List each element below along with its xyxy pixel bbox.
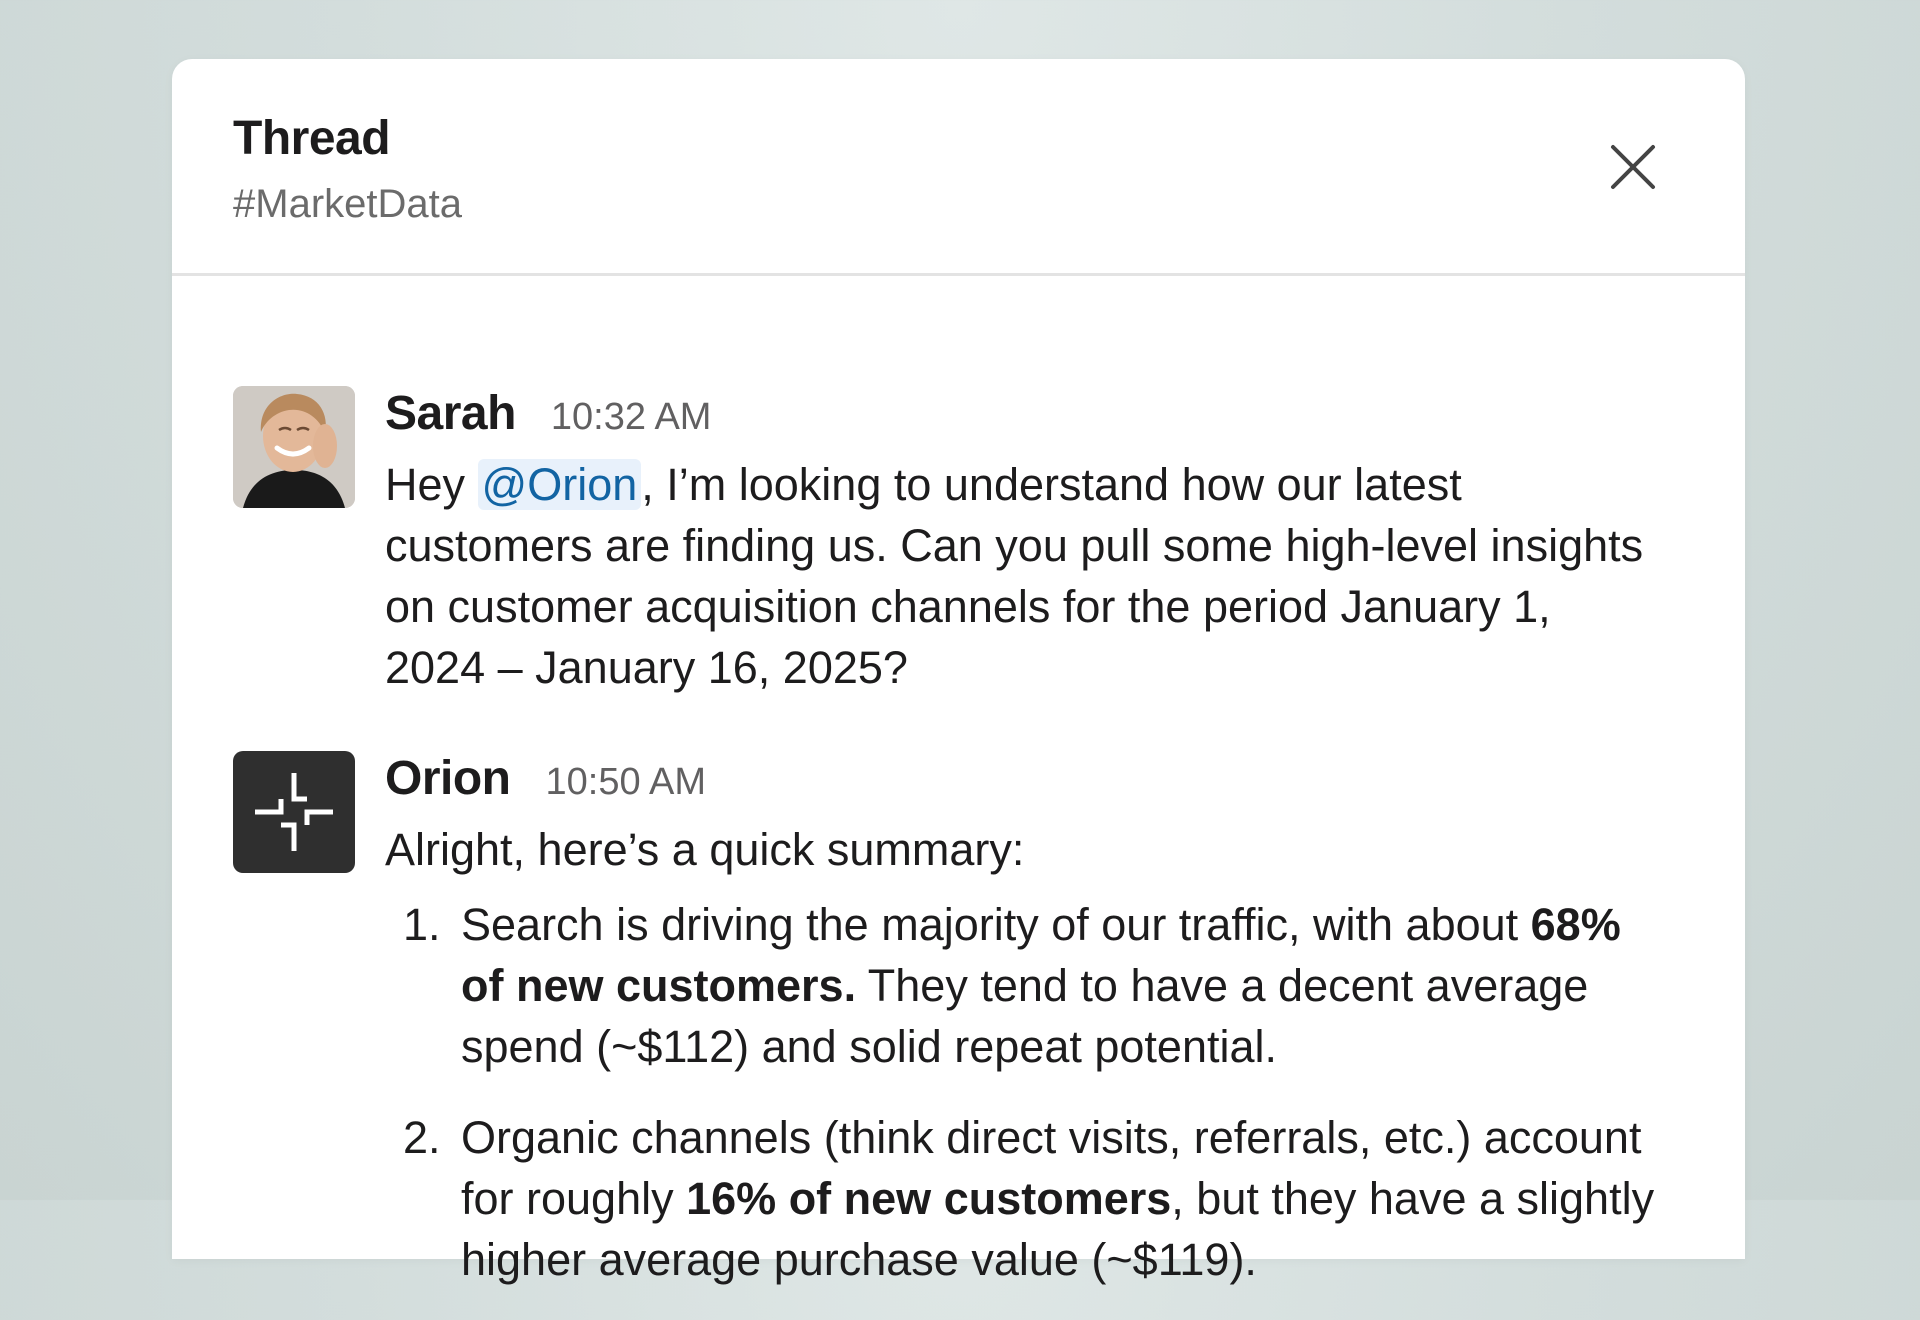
thread-title: Thread: [233, 112, 391, 165]
list-item-bold: 16% of new customers: [686, 1173, 1172, 1224]
orion-logo-avatar[interactable]: [233, 751, 355, 873]
message-text-start: Hey: [385, 459, 478, 510]
message-text: Alright, here’s a quick summary: 1. Sear…: [385, 819, 1655, 1320]
list-number: 1.: [403, 899, 441, 950]
channel-name[interactable]: #MarketData: [233, 182, 462, 227]
message-header: Sarah 10:32 AM: [385, 386, 711, 442]
thread-header: Thread #MarketData: [172, 59, 1745, 276]
user-mention[interactable]: @Orion: [477, 459, 642, 510]
summary-list: 1. Search is driving the majority of our…: [385, 894, 1655, 1290]
orion-logo-icon: [255, 773, 333, 851]
author-name[interactable]: Sarah: [385, 386, 516, 441]
close-button[interactable]: [1607, 141, 1659, 193]
list-item-text: Search is driving the majority of our tr…: [461, 899, 1531, 950]
message-timestamp[interactable]: 10:50 AM: [546, 761, 707, 804]
user-photo-avatar[interactable]: [233, 386, 355, 508]
list-number: 2.: [403, 1112, 441, 1163]
author-name[interactable]: Orion: [385, 751, 511, 806]
message-header: Orion 10:50 AM: [385, 751, 706, 807]
sarah-avatar-image: [233, 386, 355, 508]
thread-panel: Thread #MarketData Sarah 10:32 AM Hey @O…: [172, 59, 1745, 1285]
message-timestamp[interactable]: 10:32 AM: [551, 396, 712, 439]
list-item: 2. Organic channels (think direct visits…: [385, 1107, 1655, 1290]
list-item: 1. Search is driving the majority of our…: [385, 894, 1655, 1077]
close-icon: [1611, 145, 1655, 189]
summary-intro: Alright, here’s a quick summary:: [385, 824, 1025, 875]
message-text: Hey @Orion, I’m looking to understand ho…: [385, 454, 1655, 698]
